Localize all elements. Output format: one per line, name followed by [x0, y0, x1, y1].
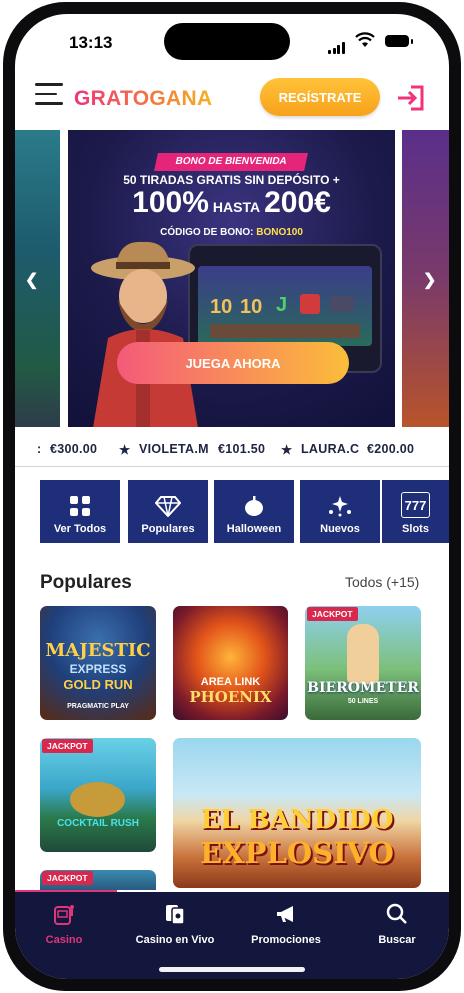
app-header: GRATOGANA REGÍSTRATE: [15, 70, 449, 130]
game-subtitle: EXPRESS: [69, 662, 127, 676]
ticker-amount: €300.00: [50, 442, 98, 456]
game-provider: PRAGMATIC PLAY: [67, 703, 129, 710]
promo-carousel: ❮ ❯ BONO DE BIENVENIDA 50 TIRADAS GRATIS…: [15, 130, 449, 430]
jackpot-badge: JACKPOT: [42, 871, 93, 885]
ticker-winner-name: LAURA.C: [301, 442, 360, 456]
bonus-code-label: CÓDIGO DE BONO:: [160, 227, 254, 238]
search-icon: [343, 902, 449, 926]
category-slots[interactable]: 777 Slots: [382, 480, 449, 543]
home-indicator: [159, 967, 305, 972]
bonus-line1: 50 TIRADAS GRATIS SIN DEPÓSITO +: [123, 173, 340, 187]
dynamic-island: [164, 23, 290, 60]
category-strip: Ver Todos Populares Halloween Nuevos 777…: [15, 480, 449, 544]
game-title: BIEROMETER: [307, 680, 419, 696]
category-label: Nuevos: [320, 523, 360, 535]
diamond-icon: [155, 494, 181, 518]
sparkle-icon: [327, 494, 353, 518]
star-icon: ★: [281, 443, 293, 457]
nav-casino-en-vivo[interactable]: Casino en Vivo: [121, 892, 229, 952]
gratogana-logo[interactable]: GRATOGANA: [74, 87, 212, 111]
jackpot-badge: JACKPOT: [42, 739, 93, 753]
777-icon: 777: [400, 492, 431, 518]
grid-icon: [69, 494, 91, 518]
bonus-code: CÓDIGO DE BONO: BONO100: [68, 227, 395, 238]
nav-buscar[interactable]: Buscar: [343, 892, 449, 952]
bottom-nav: Casino Casino en Vivo Promociones Buscar: [15, 892, 449, 979]
game-tile-bierometer[interactable]: JACKPOT BIEROMETER 50 LINES: [305, 606, 421, 720]
cards-icon: [121, 902, 229, 926]
bonus-hasta: HASTA: [212, 199, 261, 215]
category-ver-todos[interactable]: Ver Todos: [40, 480, 120, 543]
ticker-amount: €101.50: [218, 442, 266, 456]
chevron-right-icon[interactable]: ❯: [423, 270, 436, 290]
character-illustration: [347, 624, 379, 684]
ticker-amount: €200.00: [367, 442, 415, 456]
star-icon: ★: [119, 443, 131, 457]
bonus-code-value: BONO100: [256, 227, 303, 238]
nav-label: Casino en Vivo: [135, 934, 215, 946]
status-time: 13:13: [69, 33, 113, 52]
cellular-signal-icon: [328, 36, 346, 54]
game-tile-area-link-phoenix[interactable]: AREA LINK PHOENIX: [173, 606, 288, 720]
wifi-icon: [355, 32, 375, 53]
game-tile-majestic-express[interactable]: MAJESTIC EXPRESS GOLD RUN PRAGMATIC PLAY: [40, 606, 156, 720]
game-tile-partial[interactable]: JACKPOT: [40, 870, 156, 890]
ticker-winner-name: VIOLETA.M: [139, 442, 209, 456]
game-tile-cocktail-rush[interactable]: JACKPOT COCKTAIL RUSH: [40, 738, 156, 852]
category-label: Slots: [402, 523, 429, 535]
slot-machine-icon: [15, 902, 118, 926]
section-title-populares: Populares: [40, 572, 132, 593]
treasure-illustration: [70, 782, 125, 817]
phone-mockup: 13:13 GRATOGANA REGÍSTRATE ❮ ❯ BONO DE B…: [0, 0, 464, 993]
game-subtitle: 50 LINES: [347, 698, 379, 705]
bonus-pill: BONO DE BIENVENIDA: [154, 153, 308, 171]
winners-ticker: : €300.00 ★ VIOLETA.M €101.50 ★ LAURA.C …: [15, 432, 449, 467]
nav-casino[interactable]: Casino: [15, 892, 118, 952]
bonus-percent: 100%: [132, 186, 209, 219]
register-button[interactable]: REGÍSTRATE: [260, 78, 380, 116]
nav-label: Buscar: [378, 934, 416, 946]
game-subtitle: GOLD RUN: [63, 677, 133, 692]
game-tile-el-bandido-explosivo[interactable]: EL BANDIDO EXPLOSIVO: [173, 738, 421, 888]
category-nuevos[interactable]: Nuevos: [300, 480, 380, 543]
category-populares[interactable]: Populares: [128, 480, 208, 543]
welcome-bonus-banner[interactable]: BONO DE BIENVENIDA 50 TIRADAS GRATIS SIN…: [68, 130, 395, 427]
jackpot-badge: JACKPOT: [307, 607, 358, 621]
game-subtitle: PHOENIX: [189, 688, 272, 706]
nav-promociones[interactable]: Promociones: [232, 892, 340, 952]
category-label: Populares: [141, 523, 195, 535]
megaphone-icon: [232, 902, 340, 926]
chevron-left-icon[interactable]: ❮: [25, 270, 38, 290]
game-title: EL BANDIDO: [200, 805, 394, 835]
status-bar: 13:13: [15, 14, 449, 70]
game-subtitle: EXPLOSIVO: [200, 836, 394, 870]
bonus-line2: 100% HASTA 200€: [68, 186, 395, 220]
nav-label: Casino: [45, 934, 83, 946]
battery-icon: [385, 35, 413, 47]
see-all-link[interactable]: Todos (+15): [345, 574, 419, 590]
category-label: Halloween: [226, 523, 282, 535]
category-halloween[interactable]: Halloween: [214, 480, 294, 543]
screen: 13:13 GRATOGANA REGÍSTRATE ❮ ❯ BONO DE B…: [15, 14, 449, 979]
pumpkin-icon: [243, 494, 265, 518]
bonus-amount: 200€: [264, 186, 331, 219]
ticker-separator: :: [37, 442, 42, 456]
category-label: Ver Todos: [53, 523, 107, 535]
nav-label: Promociones: [251, 934, 321, 946]
cowboy-character-illustration: [91, 241, 198, 427]
hamburger-menu-icon[interactable]: [35, 83, 63, 107]
login-icon[interactable]: [395, 82, 427, 114]
game-title: MAJESTIC: [45, 640, 151, 661]
slot-reels-illustration: 10 10 J: [198, 266, 372, 346]
game-title: COCKTAIL RUSH: [57, 818, 139, 829]
play-now-button[interactable]: JUEGA AHORA: [117, 342, 349, 384]
game-title: AREA LINK: [200, 676, 261, 688]
